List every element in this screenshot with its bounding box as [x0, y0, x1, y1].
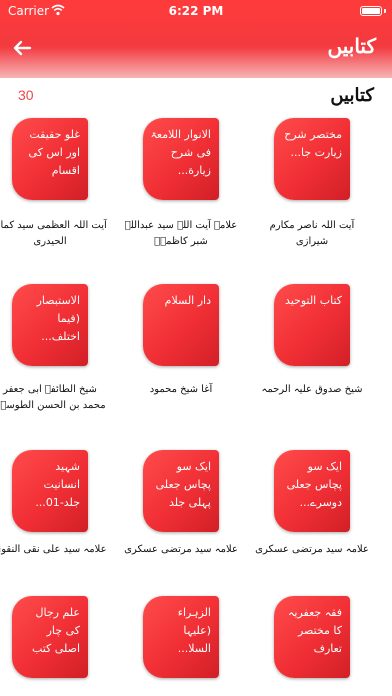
book-title: دار السلام [164, 294, 211, 307]
battery-icon [360, 6, 382, 16]
book-title: علم رجال کی چار اصلی کتب [31, 606, 80, 655]
book-cover[interactable]: فقہ جعفریہ کا مختصر تعارف [274, 596, 350, 678]
book-author: آیت اللہ العظمی سید کمال الحیدری [0, 220, 107, 247]
book-cover[interactable]: دار السلام [143, 284, 219, 366]
book-cover[interactable]: الاستبصار (فیما اختلف... [12, 284, 88, 366]
book-cover[interactable]: علم رجال کی چار اصلی کتب [12, 596, 88, 678]
book-count: 30 [18, 87, 34, 103]
status-bar: Carrier 6:22 PM [0, 0, 392, 22]
page-title: کتابیں [327, 34, 376, 58]
book-title: فقہ جعفریہ کا مختصر تعارف [287, 606, 342, 655]
book-author: آغا شیخ محمود [149, 384, 213, 395]
book-cover[interactable]: غلو حقیقت اور اس کی اقسام [12, 118, 88, 200]
clock: 6:22 PM [168, 4, 224, 18]
book-title: الانوار اللامعۃ فی شرح زیارة... [150, 128, 211, 177]
book-cover[interactable]: مختصر شرح زیارت جا... [274, 118, 350, 200]
book-author: علامہ سید علی نقی النقوی [0, 544, 107, 555]
book-cover[interactable]: کتاب التوحید [274, 284, 350, 366]
book-author: شیخ صدوق علیہ الرحمہ [261, 384, 363, 395]
navigation-header: Carrier 6:22 PM کتابیں [0, 0, 392, 78]
book-cover[interactable]: الانوار اللامعۃ فی شرح زیارة... [143, 118, 219, 200]
battery-tip [384, 9, 386, 13]
book-cover[interactable]: ایک سو پچاس جعلی پہلی جلد [143, 450, 219, 532]
book-author: علامہ سید مرتضی عسکری [124, 544, 238, 555]
book-title: کتاب التوحید [284, 294, 342, 307]
book-title: مختصر شرح زیارت جا... [284, 128, 342, 159]
book-cover[interactable]: الزہراء (علیہا السلا... [143, 596, 219, 678]
book-title: ایک سو پچاس جعلی پہلی جلد [155, 460, 211, 509]
book-cover[interactable]: ایک سو پچاس جعلی دوسرے... [274, 450, 350, 532]
book-author: علامہ آیت اللہ سید عبداللہ شبر کاظمیؒ [124, 220, 238, 247]
back-arrow-icon[interactable] [10, 36, 34, 60]
book-author: آیت اللہ ناصر مکارم شیرازی [269, 220, 355, 247]
book-author: شیخ الطائفہ ابی جعفر محمد بن الحسن الطوس… [0, 384, 106, 411]
book-title: الزہراء (علیہا السلا... [177, 606, 211, 655]
book-title: شہید انسانیت جلد-01... [35, 460, 80, 509]
section-title: کتابیں [330, 85, 374, 106]
book-title: ایک سو پچاس جعلی دوسرے... [286, 460, 342, 509]
book-title: غلو حقیقت اور اس کی اقسام [28, 128, 80, 177]
book-title: الاستبصار (فیما اختلف... [36, 294, 80, 343]
book-author: علامہ سید مرتضی عسکری [255, 544, 369, 555]
book-cover[interactable]: شہید انسانیت جلد-01... [12, 450, 88, 532]
